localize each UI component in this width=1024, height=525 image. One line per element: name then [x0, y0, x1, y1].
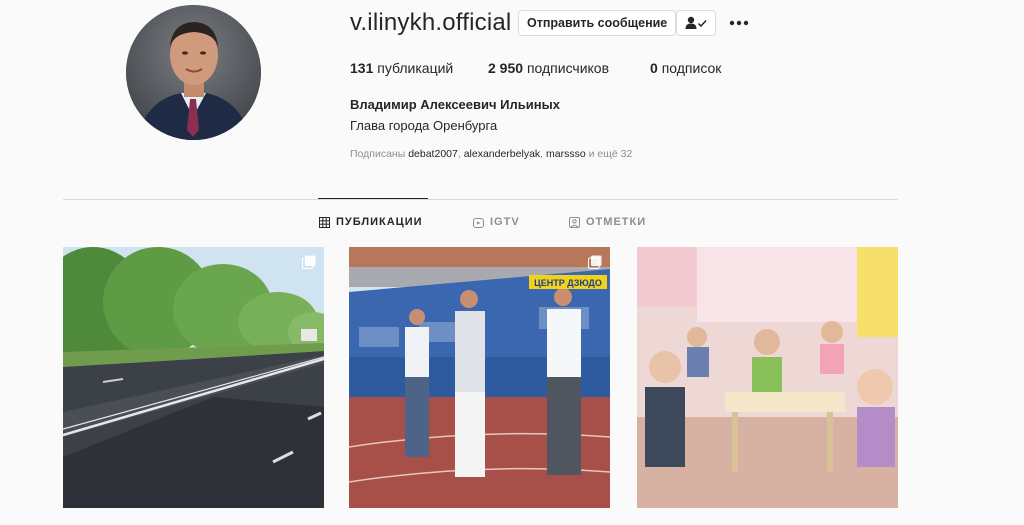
followers-stat[interactable]: 2 950 подписчиков	[488, 60, 609, 76]
tab-tagged[interactable]: ОТМЕТКИ	[569, 216, 646, 228]
following-label: подписок	[661, 60, 722, 76]
tab-label: ПУБЛИКАЦИИ	[336, 216, 423, 228]
post-image-walk: ЦЕНТР ДЗЮДО	[349, 247, 610, 508]
post-image-road	[63, 247, 324, 508]
profile-page: v.ilinykh.official Отправить сообщение 1…	[0, 0, 1024, 525]
profile-bio: Глава города Оренбурга	[350, 118, 498, 133]
tabs-divider	[63, 199, 898, 200]
tab-label: ОТМЕТКИ	[586, 216, 647, 228]
building-sign-text: ЦЕНТР ДЗЮДО	[534, 278, 602, 288]
tab-posts[interactable]: ПУБЛИКАЦИИ	[319, 216, 423, 228]
followed-by-account[interactable]: debat2007	[408, 148, 458, 160]
active-tab-indicator	[318, 198, 428, 199]
multiple-photos-icon	[588, 255, 602, 269]
following-button[interactable]	[676, 10, 716, 36]
tab-igtv[interactable]: IGTV	[473, 216, 520, 228]
tagged-icon	[569, 216, 580, 228]
profile-full-name: Владимир Алексеевич Ильиных	[350, 97, 560, 112]
post-thumbnail[interactable]: ЦЕНТР ДЗЮДО	[349, 247, 610, 508]
profile-avatar[interactable]	[126, 5, 261, 140]
more-options-icon[interactable]	[727, 11, 751, 35]
followed-by-account[interactable]: marssso	[546, 148, 586, 160]
posts-label: публикаций	[377, 60, 454, 76]
grid-icon	[319, 216, 330, 228]
send-message-button[interactable]: Отправить сообщение	[518, 10, 677, 36]
post-thumbnail[interactable]	[63, 247, 324, 508]
followed-by-prefix: Подписаны	[350, 148, 406, 160]
igtv-icon	[473, 217, 484, 228]
followed-by-line[interactable]: Подписаны debat2007, alexanderbelyak, ma…	[350, 148, 632, 160]
following-count: 0	[650, 60, 658, 76]
post-thumbnail[interactable]	[637, 247, 898, 508]
username: v.ilinykh.official	[350, 9, 512, 36]
followers-count: 2 950	[488, 60, 524, 76]
avatar-photo	[126, 5, 261, 140]
followers-label: подписчиков	[526, 60, 610, 76]
user-check-icon	[685, 16, 707, 29]
multiple-photos-icon	[302, 255, 316, 269]
post-image-kindergarten	[637, 247, 898, 508]
posts-count: 131	[350, 60, 374, 76]
followed-by-more: и ещё 32	[588, 148, 633, 160]
tab-label: IGTV	[490, 216, 520, 228]
followed-by-account[interactable]: alexanderbelyak	[464, 148, 540, 160]
posts-count-stat: 131 публикаций	[350, 60, 453, 76]
following-stat[interactable]: 0 подписок	[650, 60, 721, 76]
